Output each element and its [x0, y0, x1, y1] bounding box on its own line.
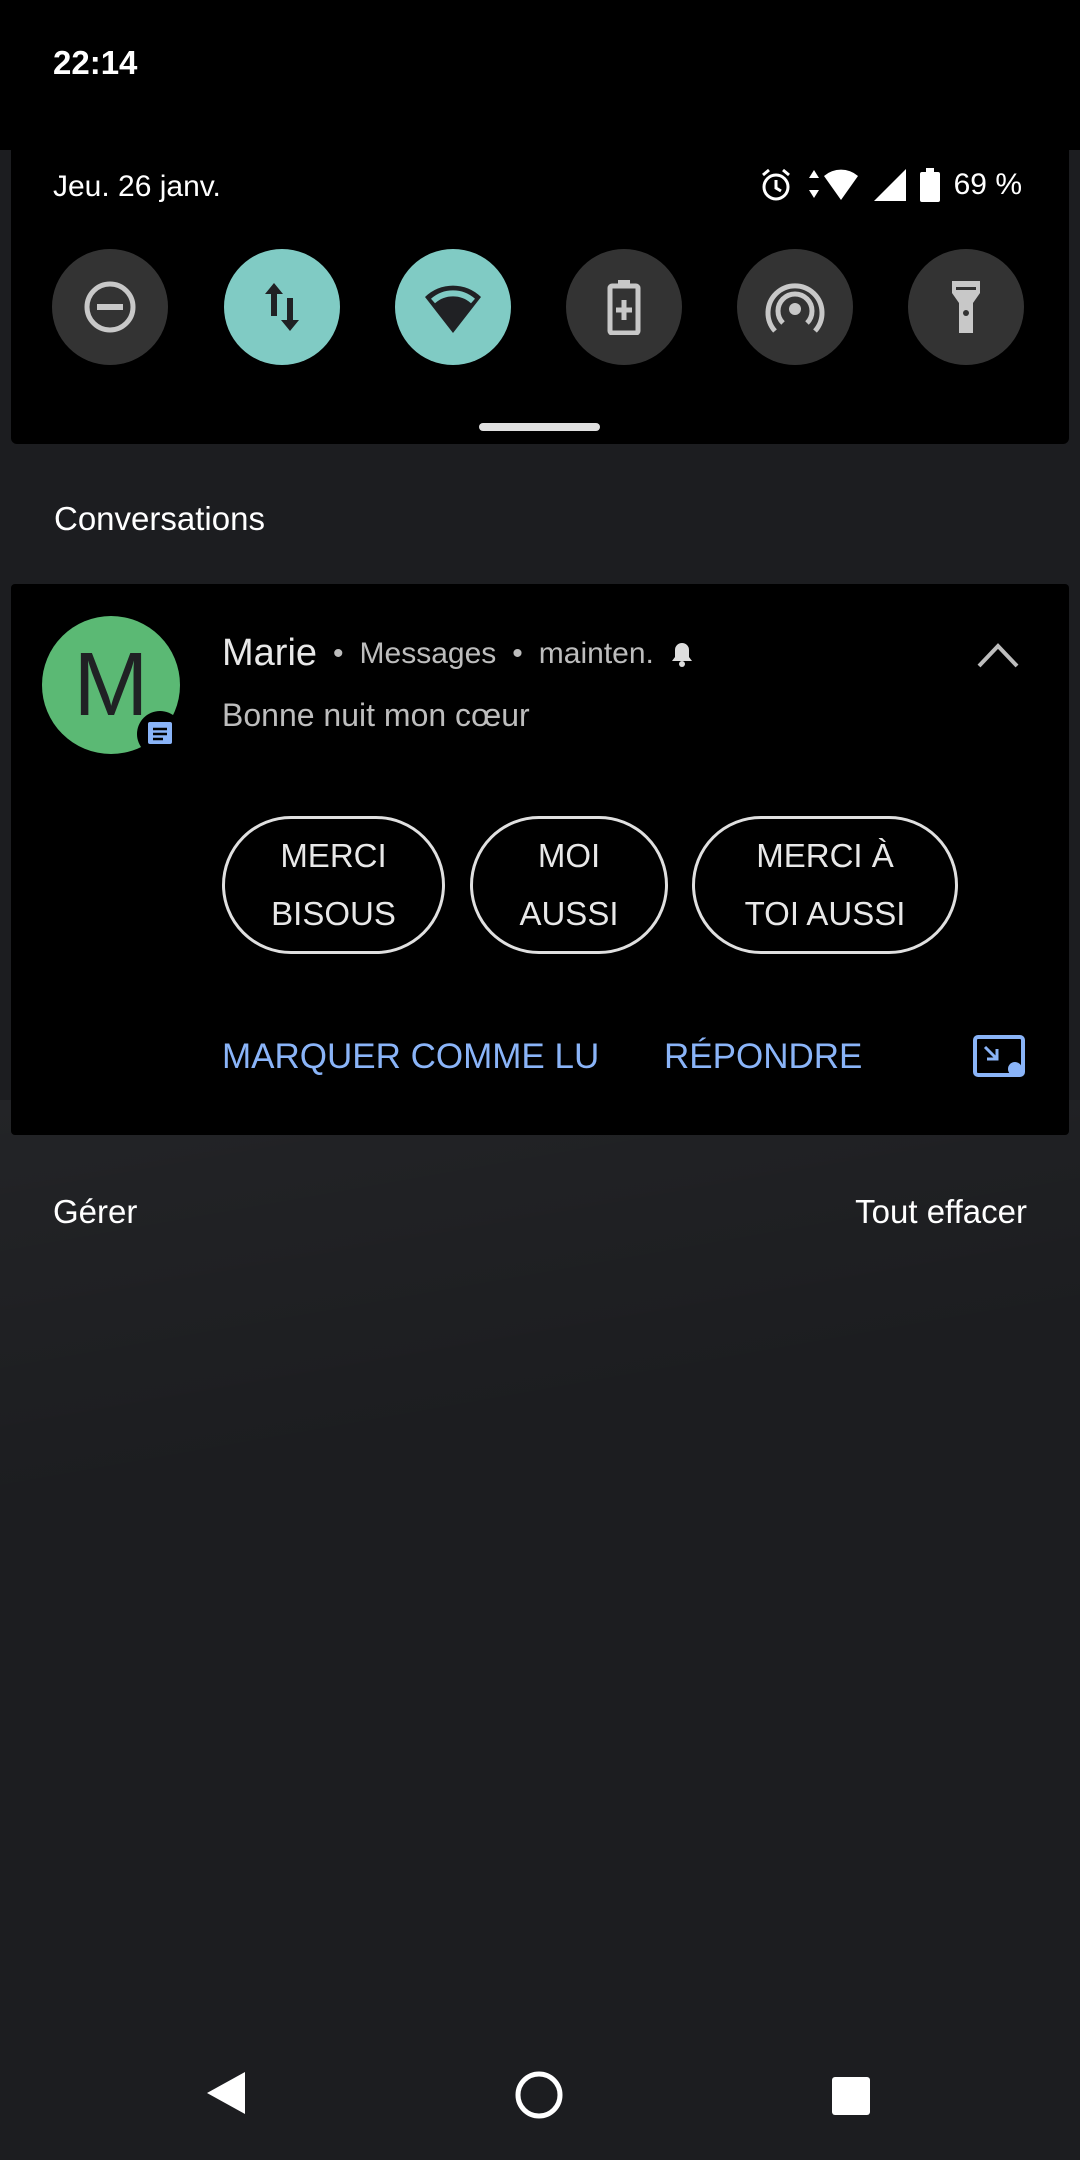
- tile-battery-saver[interactable]: [566, 249, 682, 365]
- separator: •: [333, 636, 344, 670]
- recents-button[interactable]: [831, 2076, 871, 2116]
- reply-button[interactable]: RÉPONDRE: [664, 1037, 862, 1077]
- clock: 22:14: [53, 44, 138, 81]
- smart-reply-1[interactable]: MERCI BISOUS: [222, 816, 445, 954]
- battery-saver-icon: [607, 280, 641, 335]
- clear-all-button[interactable]: Tout effacer: [855, 1193, 1027, 1231]
- chevron-up-icon[interactable]: [975, 640, 1021, 670]
- status-icons: 69 %: [760, 168, 1022, 202]
- manage-button[interactable]: Gérer: [53, 1193, 137, 1231]
- hotspot-icon: [765, 283, 825, 333]
- date: Jeu. 26 janv.: [53, 170, 221, 203]
- quick-settings-panel: [11, 0, 1069, 444]
- app-name: Messages: [359, 636, 497, 670]
- bell-icon: [671, 642, 692, 667]
- tile-wifi[interactable]: [395, 249, 511, 365]
- tile-hotspot[interactable]: [737, 249, 853, 365]
- message-text: Bonne nuit mon cœur: [222, 697, 530, 733]
- battery-icon: [919, 168, 940, 202]
- bubble-icon[interactable]: [973, 1035, 1025, 1079]
- smart-reply-3[interactable]: MERCI À TOI AUSSI: [692, 816, 958, 954]
- separator: •: [512, 636, 523, 670]
- sender-name: Marie: [222, 632, 318, 674]
- notification-header: Marie • Messages • mainten.: [222, 632, 694, 675]
- do-not-disturb-icon: [84, 281, 136, 333]
- tile-mobile-data[interactable]: [224, 249, 340, 365]
- panel-drag-handle[interactable]: [479, 423, 600, 431]
- messages-icon: [148, 722, 172, 744]
- mobile-data-icon: [265, 283, 299, 331]
- smart-reply-2[interactable]: MOI AUSSI: [470, 816, 668, 954]
- tile-do-not-disturb[interactable]: [52, 249, 168, 365]
- wallpaper: [0, 1100, 1080, 1600]
- timestamp: mainten.: [538, 636, 654, 670]
- app-badge: [137, 711, 183, 757]
- flashlight-icon: [952, 281, 980, 333]
- tile-flashlight[interactable]: [908, 249, 1024, 365]
- alarm-icon: [761, 168, 790, 201]
- home-button[interactable]: [514, 2070, 564, 2120]
- wifi-icon: [808, 169, 858, 200]
- wifi-icon: [425, 285, 481, 333]
- section-title: Conversations: [54, 500, 265, 537]
- signal-icon: [873, 169, 906, 201]
- mark-as-read-button[interactable]: MARQUER COMME LU: [222, 1037, 599, 1077]
- battery-percent: 69 %: [953, 168, 1022, 201]
- back-button[interactable]: [205, 2070, 247, 2116]
